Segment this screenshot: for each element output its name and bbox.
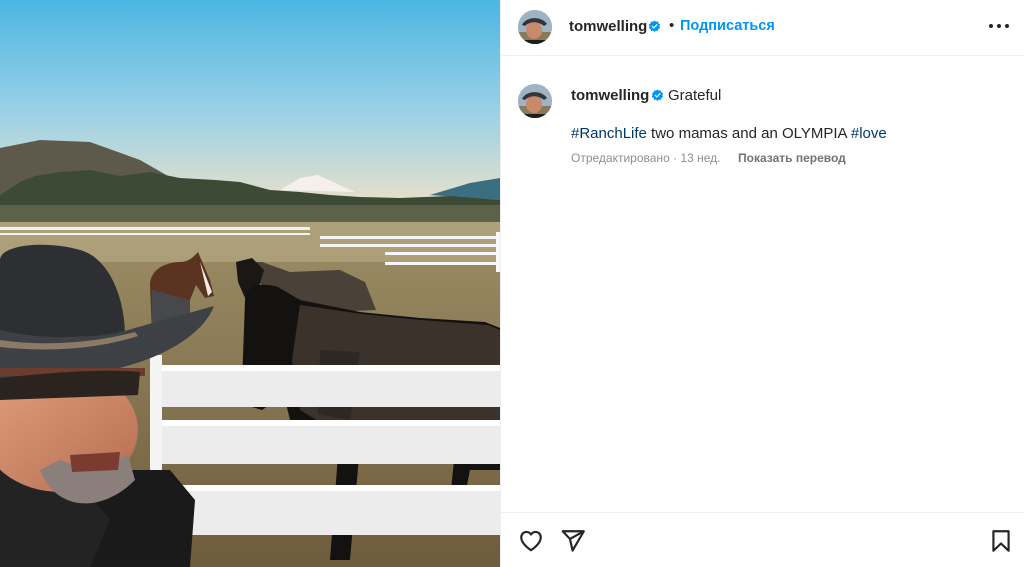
ranch-selfie-image <box>0 0 500 567</box>
verified-badge-icon <box>651 89 664 102</box>
post-sidebar: tomwelling • Подписаться tomwelling Grat… <box>500 0 1024 567</box>
caption-username[interactable]: tomwelling <box>571 87 649 104</box>
caption-body: #RanchLife two mamas and an OLYMPIA #lov… <box>571 125 887 142</box>
author-avatar[interactable] <box>518 10 552 44</box>
hashtag-ranchlife[interactable]: #RanchLife <box>571 125 647 142</box>
hashtag-love[interactable]: #love <box>851 125 887 142</box>
caption-author-avatar[interactable] <box>518 84 552 118</box>
header-separator: • <box>669 17 675 34</box>
bookmark-icon[interactable] <box>988 528 1014 554</box>
caption-body-text: two mamas and an OLYMPIA <box>646 125 851 142</box>
post-header: tomwelling • Подписаться <box>501 0 1024 56</box>
verified-badge-icon <box>648 20 661 33</box>
profile-avatar-image <box>518 84 552 118</box>
more-dot <box>1005 24 1009 28</box>
more-options-icon[interactable] <box>989 16 1009 36</box>
more-dot <box>989 24 993 28</box>
post-actions-bar <box>501 512 1024 567</box>
share-icon[interactable] <box>560 528 586 554</box>
caption-lead-text: Grateful <box>668 87 722 104</box>
author-username[interactable]: tomwelling <box>569 18 647 35</box>
instagram-post: tomwelling • Подписаться tomwelling Grat… <box>0 0 1024 567</box>
follow-button[interactable]: Подписаться <box>680 18 775 34</box>
post-photo[interactable] <box>0 0 500 567</box>
more-dot <box>997 24 1001 28</box>
heart-icon[interactable] <box>518 528 544 554</box>
profile-avatar-image <box>518 10 552 44</box>
edited-timestamp: Отредактировано · 13 нед. <box>571 151 721 165</box>
show-translation-button[interactable]: Показать перевод <box>738 151 846 165</box>
